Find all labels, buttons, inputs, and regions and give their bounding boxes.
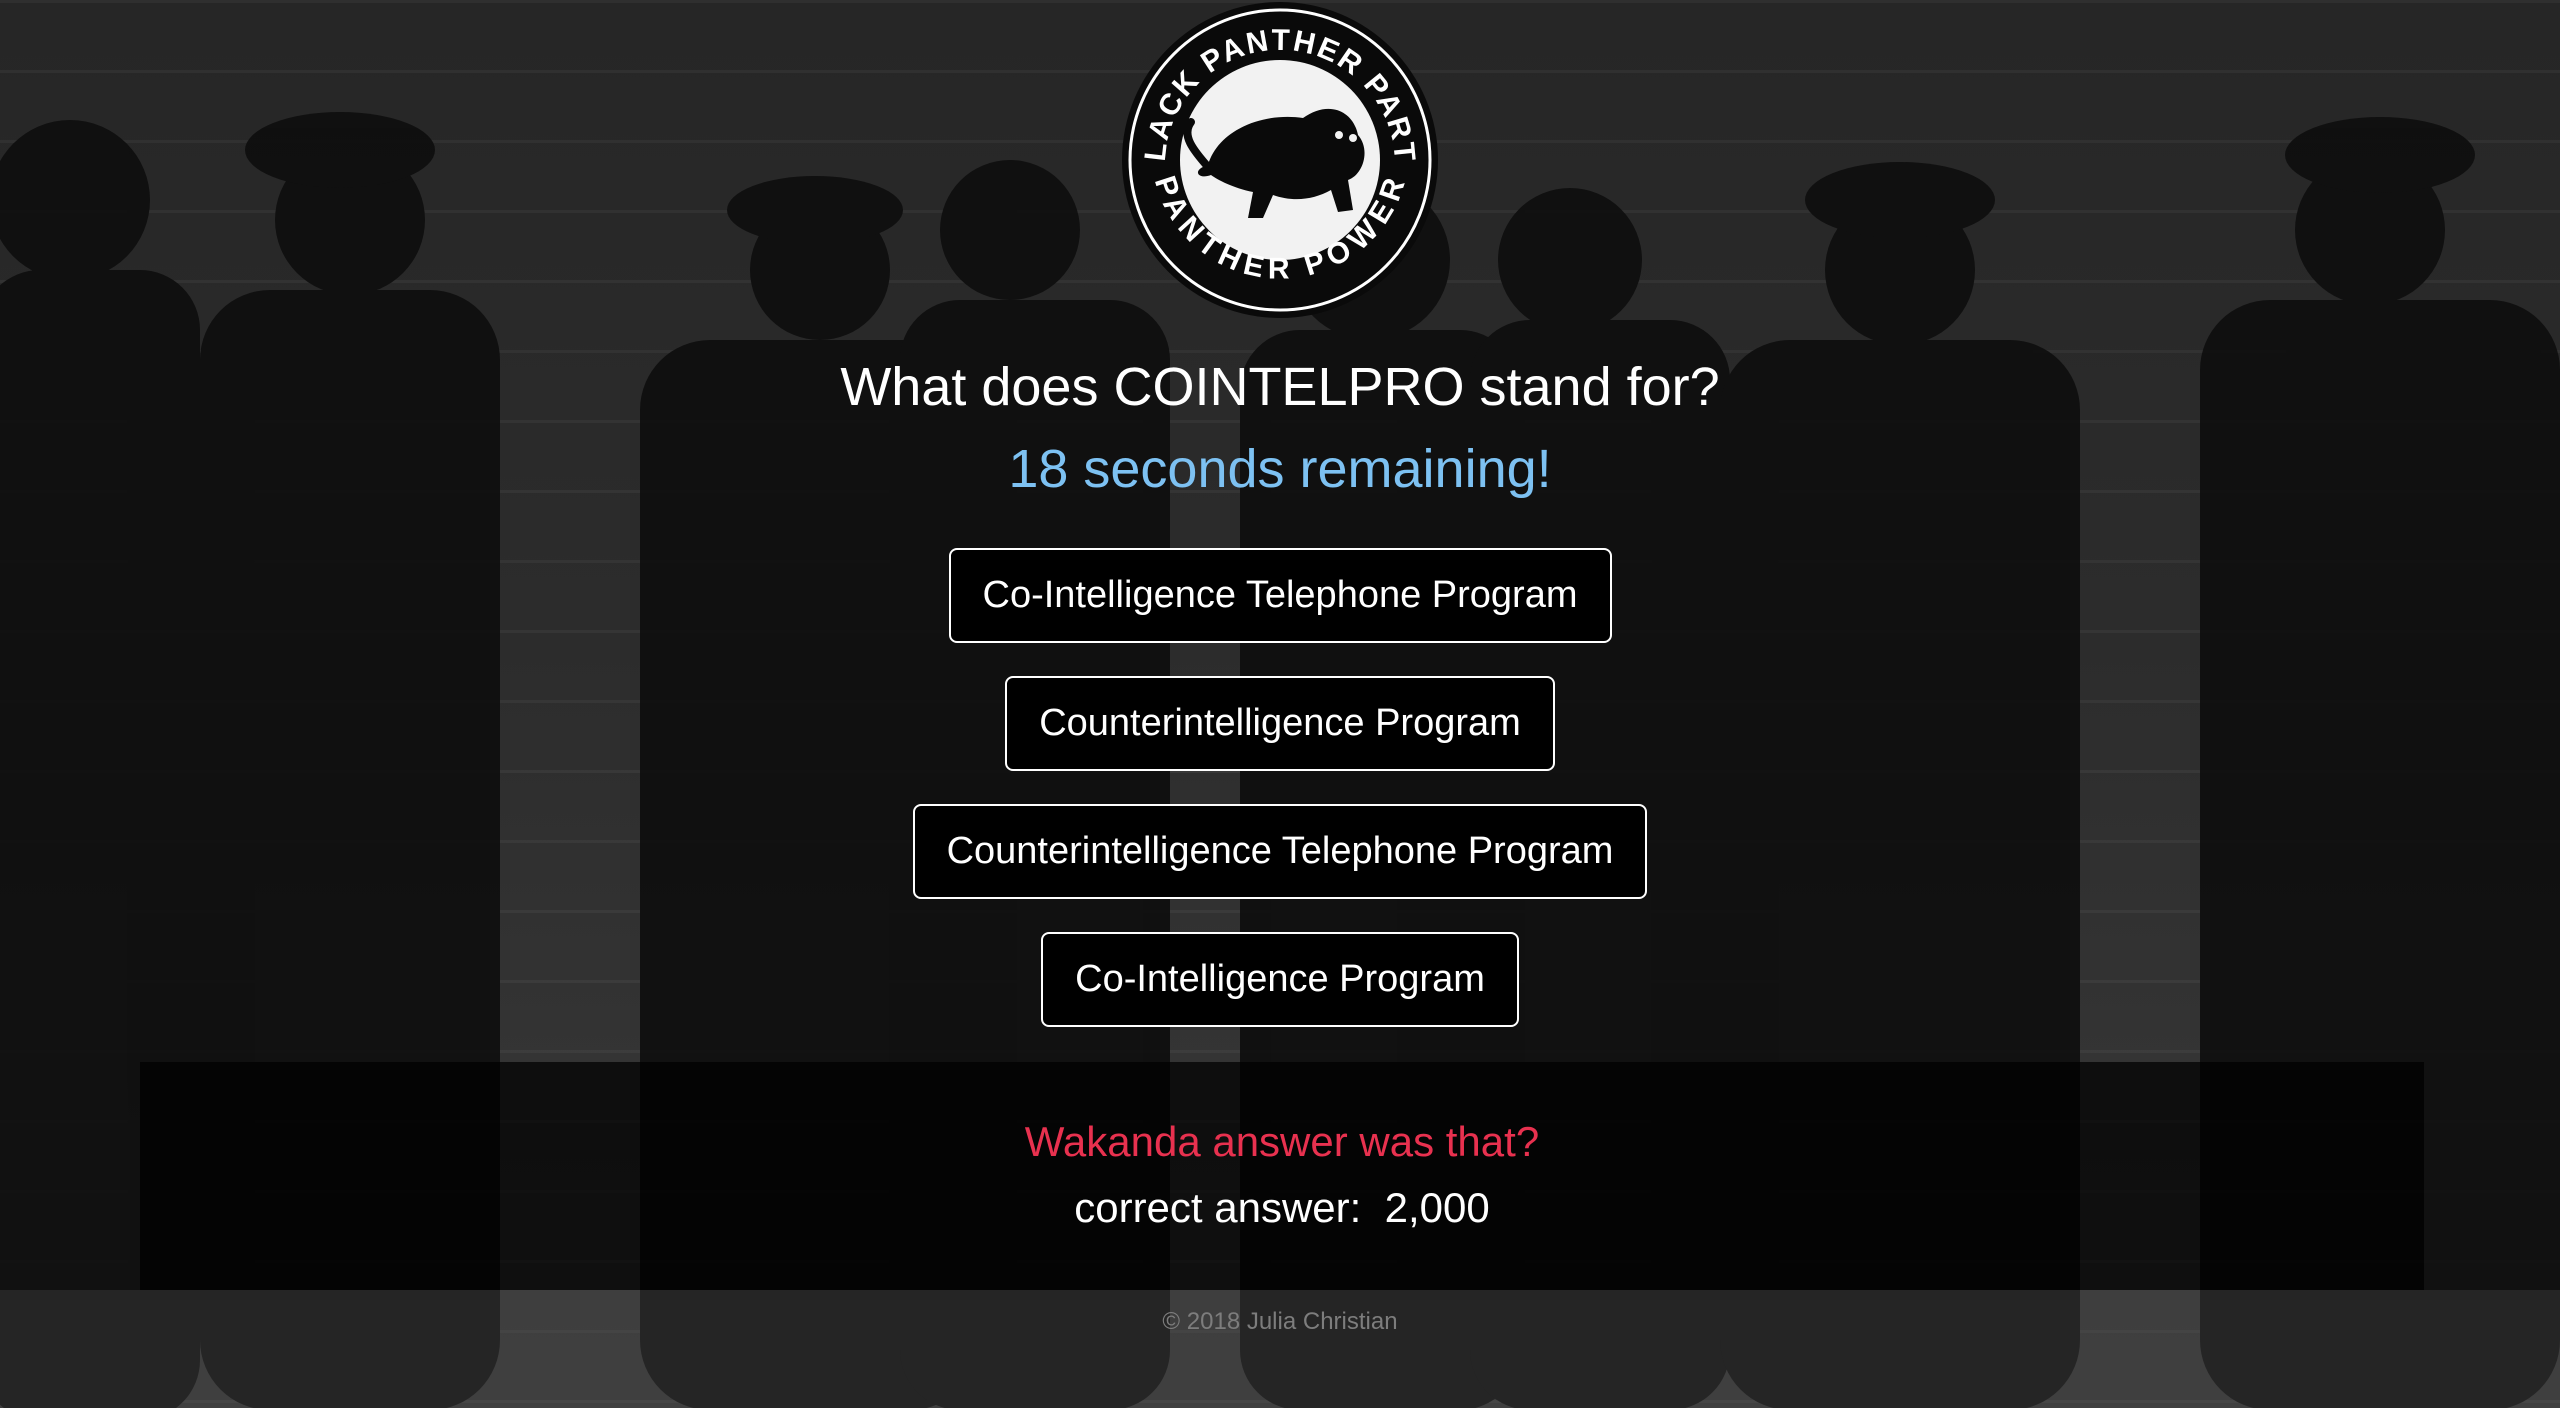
page-root: BLACK PANTHER PARTY PANTHER POWER What d… xyxy=(0,0,2560,1408)
answer-button-3[interactable]: Counterintelligence Telephone Program xyxy=(912,804,1648,899)
footer-copyright: © 2018 Julia Christian xyxy=(1162,1308,1398,1335)
answer-list: Co-Intelligence Telephone Program Counte… xyxy=(0,548,2560,1060)
quiz-content: What does COINTELPRO stand for? 18 secon… xyxy=(0,0,2560,1408)
result-title: Wakanda answer was that? xyxy=(1024,1118,1540,1165)
correct-answer-label: correct answer: xyxy=(1074,1184,1362,1231)
question-text: What does COINTELPRO stand for? xyxy=(840,357,1720,417)
answer-button-1[interactable]: Co-Intelligence Telephone Program xyxy=(948,548,1612,643)
answer-button-2[interactable]: Counterintelligence Program xyxy=(1005,676,1555,771)
correct-answer-line: correct answer: 2,000 xyxy=(140,1180,2424,1236)
timer-text: 18 seconds remaining! xyxy=(1008,439,1552,499)
correct-answer-value: 2,000 xyxy=(1384,1184,1490,1231)
result-panel: Wakanda answer was that? correct answer:… xyxy=(140,1062,2424,1290)
answer-button-4[interactable]: Co-Intelligence Program xyxy=(1041,932,1519,1027)
